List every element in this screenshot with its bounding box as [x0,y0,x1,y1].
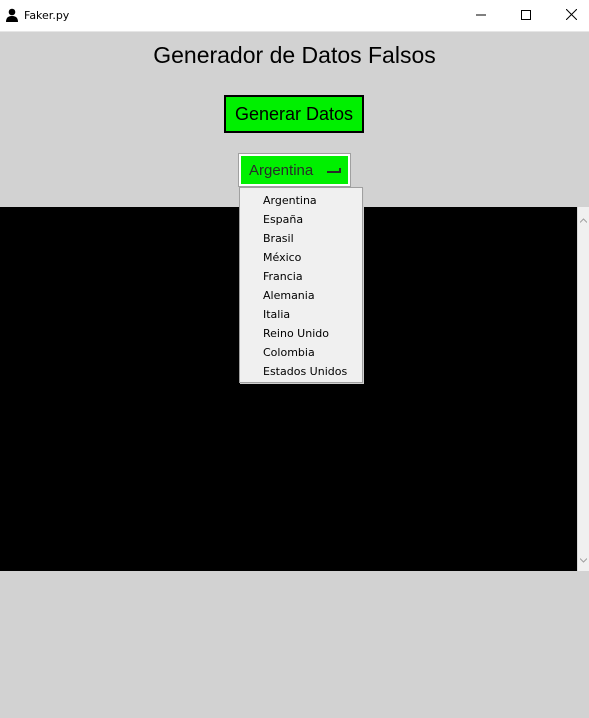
country-select-value: Argentina [249,162,314,179]
country-select[interactable]: Argentina [238,153,351,187]
window-title: Faker.py [24,9,70,22]
maximize-button[interactable] [503,0,549,31]
scroll-up-icon[interactable] [579,210,588,228]
maximize-icon [521,7,531,25]
page-title: Generador de Datos Falsos [153,42,436,68]
country-option-brasil[interactable]: Brasil [240,229,362,248]
title-bar[interactable]: Faker.py [0,0,589,32]
country-dropdown-menu: Argentina España Brasil México Francia A… [239,187,363,383]
user-icon [5,8,19,22]
close-button[interactable] [548,0,589,31]
country-option-francia[interactable]: Francia [240,267,362,286]
country-option-colombia[interactable]: Colombia [240,343,362,362]
close-icon [565,7,577,25]
app-window: Faker.py Generador de Datos Falsos Gener… [0,0,589,718]
option-menu-indicator-icon [326,165,342,175]
country-option-espana[interactable]: España [240,210,362,229]
scroll-down-icon[interactable] [579,550,588,568]
country-option-argentina[interactable]: Argentina [240,191,362,210]
minimize-button[interactable] [458,0,504,31]
generate-data-button[interactable]: Generar Datos [224,95,364,133]
country-option-alemania[interactable]: Alemania [240,286,362,305]
country-option-reino-unido[interactable]: Reino Unido [240,324,362,343]
minimize-icon [476,7,486,25]
country-option-italia[interactable]: Italia [240,305,362,324]
output-scrollbar[interactable] [577,207,589,571]
country-option-estados-unidos[interactable]: Estados Unidos [240,362,362,381]
country-option-mexico[interactable]: México [240,248,362,267]
